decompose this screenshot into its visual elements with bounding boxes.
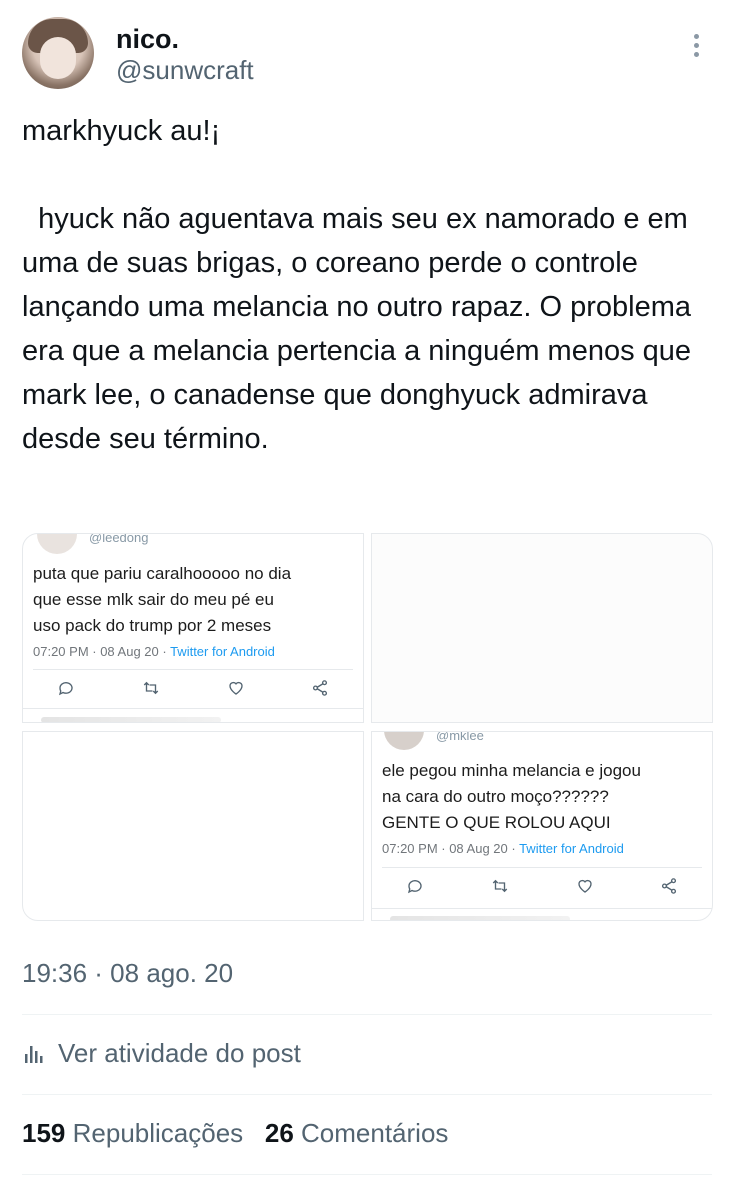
screenshot-avatar xyxy=(384,732,424,750)
media-image-3[interactable] xyxy=(22,731,364,921)
author-avatar[interactable] xyxy=(22,17,94,89)
retweet-icon xyxy=(143,681,159,695)
screenshot-handle: @mklee xyxy=(436,731,484,743)
view-activity-label: Ver atividade do post xyxy=(58,1038,301,1068)
view-activity-link[interactable]: Ver atividade do post xyxy=(22,1038,301,1069)
screenshot-next-row xyxy=(390,916,570,920)
screenshot-text: puta que pariu caralhooooo no dia que es… xyxy=(33,564,292,635)
media-image-4[interactable]: @mklee ele pegou minha melancia e jogou … xyxy=(371,731,713,921)
tweet-timestamp[interactable]: 19:36 · 08 ago. 20 xyxy=(22,958,233,989)
reposts-count: 159 xyxy=(22,1118,66,1148)
more-vertical-icon[interactable] xyxy=(689,34,703,60)
screenshot-divider xyxy=(382,867,702,868)
like-icon xyxy=(229,681,243,695)
author-display-name[interactable]: nico. xyxy=(116,24,179,55)
comments-stat[interactable]: 26 Comentários xyxy=(265,1118,449,1148)
screenshot-actions xyxy=(57,679,329,697)
analytics-icon xyxy=(25,1045,43,1063)
divider xyxy=(22,1094,712,1095)
screenshot-actions xyxy=(406,877,678,895)
share-icon xyxy=(312,680,328,696)
screenshot-avatar xyxy=(37,534,77,554)
reposts-label: Republicações xyxy=(72,1118,244,1148)
comments-count: 26 xyxy=(264,1118,294,1148)
screenshot-meta: 07:20 PM · 08 Aug 20 · Twitter for Andro… xyxy=(33,644,275,659)
screenshot-meta: 07:20 PM · 08 Aug 20 · Twitter for Andro… xyxy=(382,841,624,856)
comments-label: Comentários xyxy=(301,1118,449,1148)
reply-icon xyxy=(58,682,73,696)
divider xyxy=(22,1014,712,1015)
screenshot-text: ele pegou minha melancia e jogou na cara… xyxy=(382,761,641,832)
screenshot-divider xyxy=(23,708,363,709)
screenshot-divider xyxy=(372,908,712,909)
reposts-stat[interactable]: 159 Republicações xyxy=(22,1118,243,1148)
screenshot-divider xyxy=(33,669,353,670)
screenshot-next-row xyxy=(41,717,221,722)
reply-icon xyxy=(407,880,422,894)
like-icon xyxy=(578,879,592,893)
engagement-stats: 159 Republicações 26 Comentários xyxy=(22,1118,448,1149)
divider xyxy=(22,1174,712,1175)
screenshot-handle: @leedong xyxy=(89,533,149,545)
retweet-icon xyxy=(492,879,508,893)
tweet-text: markhyuck au!¡ hyuck não aguentava mais … xyxy=(22,115,692,455)
author-handle[interactable]: @sunwcraft xyxy=(116,55,254,86)
media-image-1[interactable]: @leedong puta que pariu caralhooooo no d… xyxy=(22,533,364,723)
share-icon xyxy=(661,878,677,894)
media-image-2[interactable] xyxy=(371,533,713,723)
avatar-face xyxy=(40,37,76,79)
